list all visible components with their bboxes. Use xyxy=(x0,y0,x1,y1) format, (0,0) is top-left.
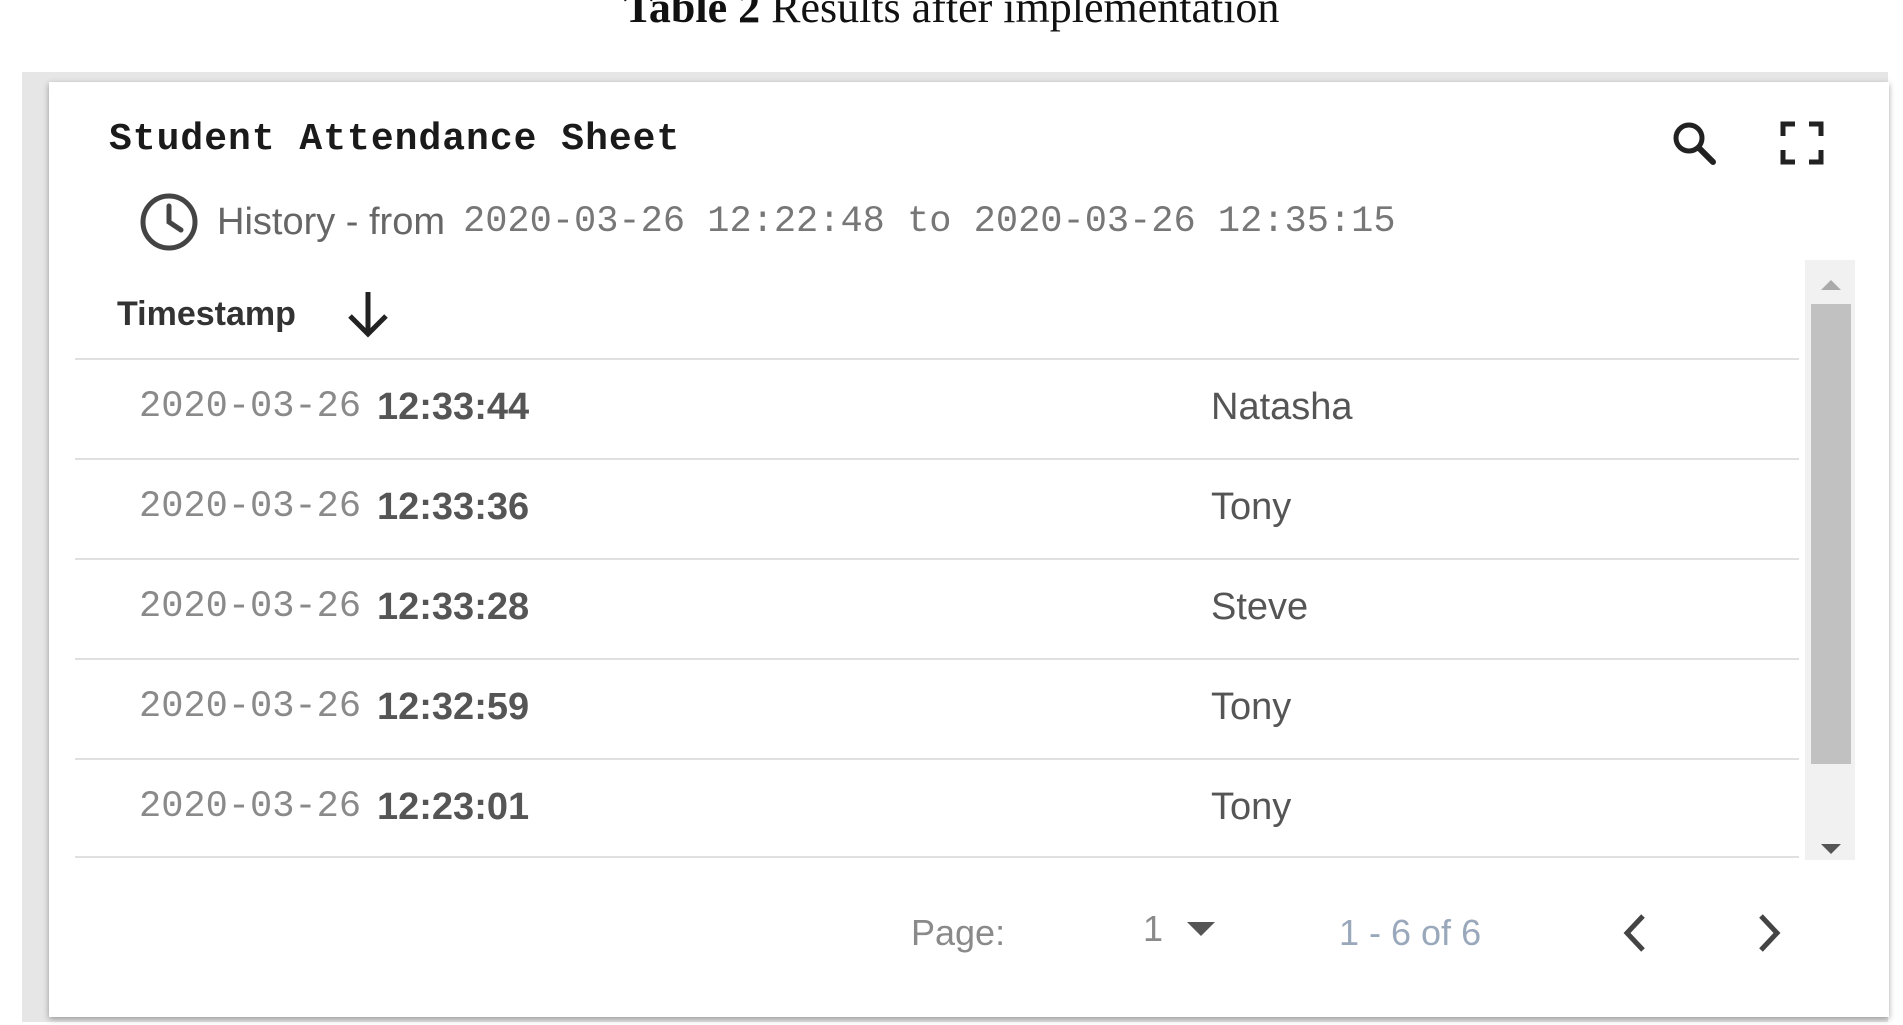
row-time: 12:32:59 xyxy=(377,686,530,728)
table-row[interactable]: 2020-03-26 12:23:01 Tony xyxy=(75,760,1799,858)
chevron-left-icon[interactable] xyxy=(1615,908,1655,958)
row-name: Tony xyxy=(1211,486,1292,528)
chevron-right-icon[interactable] xyxy=(1749,908,1789,958)
history-bar: History - from 2020-03-26 12:22:48 to 20… xyxy=(133,192,1396,252)
caption-label: Table 2 xyxy=(623,0,761,32)
page-label: Page: xyxy=(911,912,1006,953)
row-date: 2020-03-26 xyxy=(139,586,362,628)
row-divider xyxy=(75,856,1799,858)
caption-text: Results after implementation xyxy=(760,0,1280,32)
caret-down-icon[interactable] xyxy=(1181,918,1221,940)
row-time: 12:23:01 xyxy=(377,786,530,828)
row-time: 12:33:36 xyxy=(377,486,530,528)
timestamp-column-header[interactable]: Timestamp xyxy=(117,274,396,354)
timestamp-header-label: Timestamp xyxy=(117,294,296,333)
pagination-range: 1 - 6 of 6 xyxy=(1339,912,1482,953)
scrollbar-thumb[interactable] xyxy=(1811,304,1851,764)
row-date: 2020-03-26 xyxy=(139,486,362,528)
row-date: 2020-03-26 xyxy=(139,786,362,828)
table-row[interactable]: 2020-03-26 12:33:28 Steve xyxy=(75,560,1799,658)
table-row[interactable]: 2020-03-26 12:32:59 Tony xyxy=(75,660,1799,758)
clock-icon xyxy=(140,193,198,251)
row-date: 2020-03-26 xyxy=(139,686,362,728)
row-name: Tony xyxy=(1211,786,1292,828)
attendance-card: Student Attendance Sheet History - from … xyxy=(49,82,1889,1017)
row-time: 12:33:28 xyxy=(377,586,530,628)
table-row[interactable]: 2020-03-26 12:33:36 Tony xyxy=(75,460,1799,558)
page-select[interactable]: 1 xyxy=(1143,908,1221,950)
row-name: Steve xyxy=(1211,586,1309,628)
row-date: 2020-03-26 xyxy=(139,386,362,428)
scroll-down-arrow-icon[interactable] xyxy=(1817,842,1845,858)
row-name: Tony xyxy=(1211,686,1292,728)
card-title: Student Attendance Sheet xyxy=(109,118,681,161)
search-icon[interactable] xyxy=(1669,118,1719,168)
history-label: History - from xyxy=(217,200,445,243)
fullscreen-icon[interactable] xyxy=(1777,118,1827,168)
table-caption: Table 2 Results after implementation xyxy=(0,0,1903,38)
page-select-value: 1 xyxy=(1143,908,1164,949)
row-time: 12:33:44 xyxy=(377,386,530,428)
sort-down-arrow-icon[interactable] xyxy=(340,286,396,342)
history-range: 2020-03-26 12:22:48 to 2020-03-26 12:35:… xyxy=(463,201,1396,243)
table-row[interactable]: 2020-03-26 12:33:44 Natasha xyxy=(75,360,1799,458)
scroll-up-arrow-icon[interactable] xyxy=(1817,276,1845,292)
row-name: Natasha xyxy=(1211,386,1353,428)
